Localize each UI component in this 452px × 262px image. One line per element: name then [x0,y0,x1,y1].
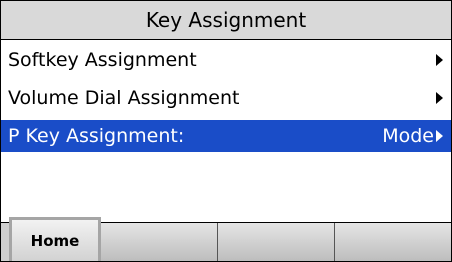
menu-item-label: Softkey Assignment [8,49,197,71]
submenu-arrow-icon [436,130,443,142]
page-title: Key Assignment [145,8,307,32]
menu-item-volume-dial-assignment[interactable]: Volume Dial Assignment [1,82,451,114]
screen: Key Assignment Softkey Assignment Volume… [0,0,452,262]
menu-item-label: P Key Assignment: [8,125,185,147]
menu-item-p-key-assignment[interactable]: P Key Assignment: Mode [1,120,451,152]
title-bar: Key Assignment [1,1,451,40]
submenu-arrow-icon [436,54,443,66]
softkey-2[interactable] [101,223,218,261]
menu-item-value: Mode [382,125,434,147]
menu-item-label: Volume Dial Assignment [8,87,240,109]
menu-list: Softkey Assignment Volume Dial Assignmen… [1,44,451,158]
softkey-bar: Home [1,217,451,261]
softkey-3[interactable] [218,223,335,261]
submenu-arrow-icon [436,92,443,104]
menu-item-softkey-assignment[interactable]: Softkey Assignment [1,44,451,76]
softkey-home[interactable]: Home [9,217,101,261]
softkey-4[interactable] [335,223,451,261]
